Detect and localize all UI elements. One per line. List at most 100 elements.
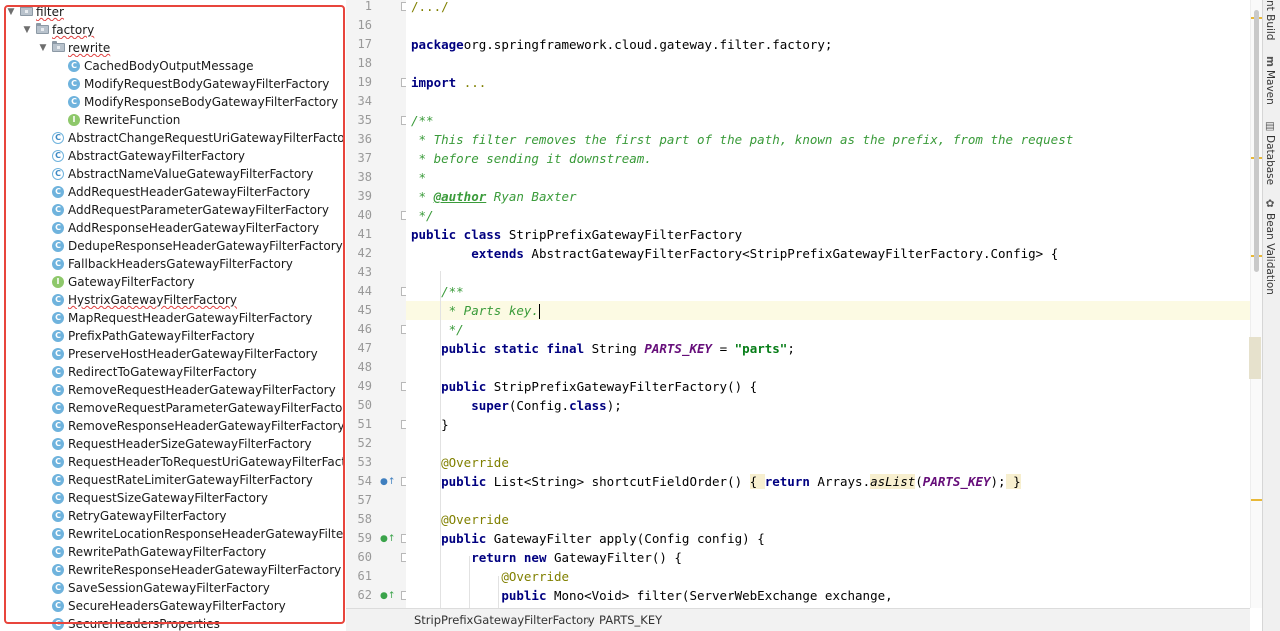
breadcrumb-field[interactable]: PARTS_KEY	[599, 609, 662, 631]
line-number: 44	[357, 284, 372, 298]
line-number: 37	[357, 151, 372, 165]
code-editor[interactable]: /.../ packageorg.springframework.cloud.ga…	[406, 0, 1250, 608]
tree-item[interactable]: C RetryGatewayFilterFactory	[0, 507, 345, 525]
code-line: */	[406, 320, 1250, 339]
tree-item[interactable]: C AddResponseHeaderGatewayFilterFactory	[0, 219, 345, 237]
tree-item[interactable]: C ModifyRequestBodyGatewayFilterFactory	[0, 75, 345, 93]
tree-item[interactable]: I GatewayFilterFactory	[0, 273, 345, 291]
expanded-arrow-icon[interactable]: ▼	[38, 39, 48, 57]
tool-window-ant-build[interactable]: nt Build	[1264, 0, 1276, 40]
tree-folder[interactable]: ▼ factory	[0, 21, 345, 39]
tree-item[interactable]: C MapRequestHeaderGatewayFilterFactory	[0, 309, 345, 327]
tree-item-label: GatewayFilterFactory	[68, 275, 195, 289]
project-tree-panel: ▼ filter ▼ factory ▼ rewrite C CachedBodyOutput…	[0, 0, 345, 631]
expanded-arrow-icon[interactable]: ▼	[6, 3, 16, 21]
tree-item-label: PrefixPathGatewayFilterFactory	[68, 329, 255, 343]
maven-icon: m	[1264, 56, 1276, 67]
class-icon: C	[68, 96, 80, 108]
line-number: 47	[357, 341, 372, 355]
tree-item[interactable]: I RewriteFunction	[0, 111, 345, 129]
tree-item[interactable]: C RequestHeaderSizeGatewayFilterFactory	[0, 435, 345, 453]
package-folder-icon	[36, 23, 49, 34]
vertical-scrollbar[interactable]	[1254, 10, 1259, 272]
bean-validation-label: Bean Validation	[1264, 213, 1276, 295]
tree-item[interactable]: C DedupeResponseHeaderGatewayFilterFactor…	[0, 237, 345, 255]
class-icon: C	[52, 582, 64, 594]
line-number: 46	[357, 322, 372, 336]
tree-item[interactable]: C RemoveRequestParameterGatewayFilterFact…	[0, 399, 345, 417]
code-token: super	[471, 398, 509, 413]
tree-item[interactable]: C PrefixPathGatewayFilterFactory	[0, 327, 345, 345]
code-token: }	[1005, 474, 1021, 489]
tree-item[interactable]: C RequestSizeGatewayFilterFactory	[0, 489, 345, 507]
tree-item[interactable]: C RemoveRequestHeaderGatewayFilterFactory	[0, 381, 345, 399]
tree-item[interactable]: C RequestRateLimiterGatewayFilterFactory	[0, 471, 345, 489]
abstract-class-icon: C	[52, 132, 64, 144]
implements-method-icon[interactable]: ●↑	[380, 534, 395, 544]
implements-method-icon[interactable]: ●↑	[380, 591, 395, 601]
tree-item-label: RemoveRequestHeaderGatewayFilterFactory	[68, 383, 336, 397]
tree-folder[interactable]: ▼ filter	[0, 3, 345, 21]
code-line: * before sending it downstream.	[406, 149, 1250, 168]
tree-item[interactable]: C SecureHeadersProperties	[0, 615, 345, 631]
tree-item[interactable]: C RewriteResponseHeaderGatewayFilterFacto…	[0, 561, 345, 579]
tree-item[interactable]: C AbstractChangeRequestUriGatewayFilterFa…	[0, 129, 345, 147]
tree-item[interactable]: C RewriteLocationResponseHeaderGatewayFil…	[0, 525, 345, 543]
tree-item[interactable]: C RedirectToGatewayFilterFactory	[0, 363, 345, 381]
code-token: PARTS_KEY	[644, 341, 713, 356]
code-token: public	[441, 379, 487, 394]
code-line: public class StripPrefixGatewayFilterFac…	[406, 225, 1250, 244]
class-icon: C	[68, 60, 80, 72]
tree-item[interactable]: C AddRequestHeaderGatewayFilterFactory	[0, 183, 345, 201]
class-icon: C	[52, 600, 64, 612]
tree-item-label: AbstractGatewayFilterFactory	[68, 149, 245, 163]
line-number: 54	[357, 474, 372, 488]
code-token: * Parts key.	[441, 303, 539, 318]
code-line: @Override	[406, 453, 1250, 472]
breadcrumb-class[interactable]: StripPrefixGatewayFilterFactory	[414, 609, 595, 631]
code-line: return new GatewayFilter() {	[406, 548, 1250, 567]
code-token: /.../	[411, 0, 449, 14]
tool-window-maven[interactable]: m Maven	[1264, 56, 1276, 105]
tree-item[interactable]: C ModifyResponseBodyGatewayFilterFactory	[0, 93, 345, 111]
tree-item[interactable]: C FallbackHeadersGatewayFilterFactory	[0, 255, 345, 273]
expanded-arrow-icon[interactable]: ▼	[22, 21, 32, 39]
tree-item-label: RequestRateLimiterGatewayFilterFactory	[68, 473, 313, 487]
tool-window-bean-validation[interactable]: ✿ Bean Validation	[1264, 198, 1276, 295]
code-token: ;	[787, 341, 795, 356]
code-line: */	[406, 206, 1250, 225]
tree-item[interactable]: C PreserveHostHeaderGatewayFilterFactory	[0, 345, 345, 363]
package-folder-icon	[52, 41, 65, 52]
code-token: GatewayFilter apply(Config config) {	[486, 531, 765, 546]
tool-window-database[interactable]: ▤ Database	[1264, 120, 1276, 185]
class-icon: C	[52, 222, 64, 234]
line-number: 50	[357, 398, 372, 412]
code-token: return new	[471, 550, 547, 565]
tree-item[interactable]: C RequestHeaderToRequestUriGatewayFilterF…	[0, 453, 345, 471]
tree-item[interactable]: C CachedBodyOutputMessage	[0, 57, 345, 75]
tree-item-label: rewrite	[68, 41, 111, 55]
tree-item-label: SecureHeadersGatewayFilterFactory	[68, 599, 286, 613]
tree-folder[interactable]: ▼ rewrite	[0, 39, 345, 57]
scroll-position-thumb[interactable]	[1249, 337, 1261, 379]
tree-item[interactable]: C SaveSessionGatewayFilterFactory	[0, 579, 345, 597]
tree-item[interactable]: C AbstractNameValueGatewayFilterFactory	[0, 165, 345, 183]
tree-item-label: SaveSessionGatewayFilterFactory	[68, 581, 270, 595]
line-number: 34	[357, 94, 372, 108]
overrides-method-icon[interactable]: ●↑	[380, 477, 395, 487]
tree-item[interactable]: C RemoveResponseHeaderGatewayFilterFactor…	[0, 417, 345, 435]
class-icon: C	[52, 186, 64, 198]
tree-item[interactable]: C HystrixGatewayFilterFactory	[0, 291, 345, 309]
code-line: /**	[406, 282, 1250, 301]
tree-item[interactable]: C RewritePathGatewayFilterFactory	[0, 543, 345, 561]
tree-item[interactable]: C SecureHeadersGatewayFilterFactory	[0, 597, 345, 615]
tree-item[interactable]: C AbstractGatewayFilterFactory	[0, 147, 345, 165]
tree-item[interactable]: C AddRequestParameterGatewayFilterFactory	[0, 201, 345, 219]
